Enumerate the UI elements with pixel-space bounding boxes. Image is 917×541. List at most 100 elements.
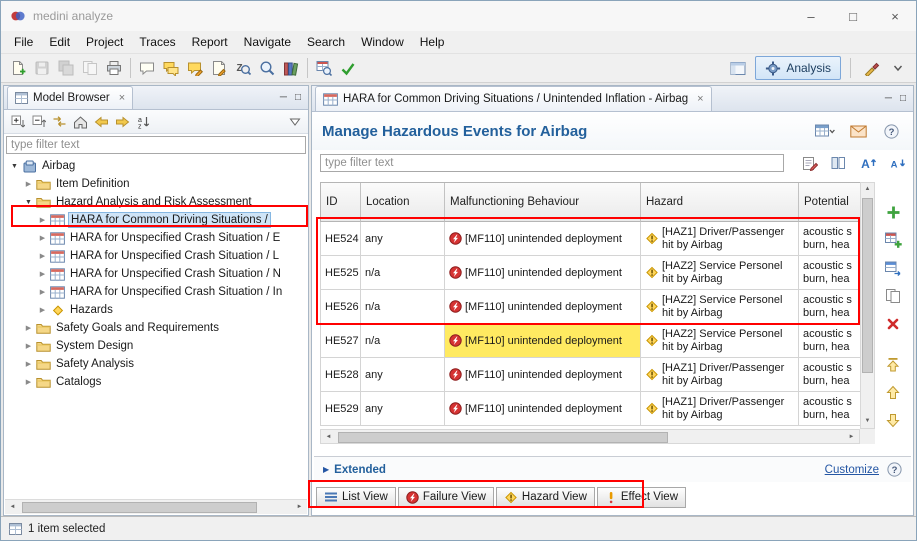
zoom-tool-button[interactable] xyxy=(255,56,279,80)
minimize-view-icon[interactable]: ─ xyxy=(280,92,287,103)
scrollbar-thumb[interactable] xyxy=(862,198,873,373)
expand-all-button[interactable] xyxy=(8,112,27,131)
table-search-button[interactable] xyxy=(312,56,336,80)
notes-button[interactable] xyxy=(207,56,231,80)
expand-icon[interactable]: ▶ xyxy=(22,324,35,332)
font-increase-button[interactable]: A xyxy=(856,151,880,175)
tree-item[interactable]: ▶System Design xyxy=(4,337,308,355)
maximize-view-icon[interactable]: □ xyxy=(295,92,301,103)
expand-icon[interactable]: ▶ xyxy=(36,270,49,278)
customize-toolbar-button[interactable] xyxy=(860,56,884,80)
menu-file[interactable]: File xyxy=(6,33,41,51)
close-view-icon[interactable]: × xyxy=(119,92,125,104)
menu-window[interactable]: Window xyxy=(353,33,412,51)
expand-icon[interactable]: ▶ xyxy=(22,378,35,386)
tab-hara-editor[interactable]: HARA for Common Driving Situations / Uni… xyxy=(315,86,712,111)
menu-help[interactable]: Help xyxy=(412,33,453,51)
expand-icon[interactable]: ▶ xyxy=(22,360,35,368)
column-header-malfunctioning-behaviour[interactable]: Malfunctioning Behaviour xyxy=(445,183,641,222)
minimize-window-icon[interactable]: – xyxy=(790,1,832,31)
collapse-icon[interactable]: ▼ xyxy=(8,163,21,170)
tree-item[interactable]: ▶HARA for Unspecified Crash Situation / … xyxy=(4,229,308,247)
column-header-id[interactable]: ID xyxy=(321,183,361,222)
menu-report[interactable]: Report xyxy=(184,33,236,51)
new-button[interactable] xyxy=(6,56,30,80)
configure-columns-button[interactable] xyxy=(827,151,851,175)
print-button[interactable] xyxy=(102,56,126,80)
move-up-button[interactable] xyxy=(880,380,906,404)
tree-item[interactable]: ▶HARA for Unspecified Crash Situation / … xyxy=(4,265,308,283)
open-perspective-button[interactable] xyxy=(726,56,750,80)
comments-button[interactable] xyxy=(159,56,183,80)
review-button[interactable] xyxy=(183,56,207,80)
scrollbar-thumb[interactable] xyxy=(22,502,257,513)
table-row[interactable]: HE524any[MF110] unintended deployment[HA… xyxy=(321,222,860,256)
expand-icon[interactable]: ▶ xyxy=(36,306,49,314)
close-editor-icon[interactable]: × xyxy=(697,93,703,105)
tab-list-view[interactable]: List View xyxy=(316,487,396,508)
column-header-hazard[interactable]: Hazard xyxy=(641,183,799,222)
tree-item[interactable]: ▶Hazards xyxy=(4,301,308,319)
menu-search[interactable]: Search xyxy=(299,33,353,51)
collapse-all-button[interactable] xyxy=(29,112,48,131)
link-with-editor-button[interactable] xyxy=(50,112,69,131)
analysis-perspective-button[interactable]: Analysis xyxy=(755,56,841,80)
table-vertical-scrollbar[interactable]: ▲ ▼ xyxy=(860,182,875,429)
tree-filter-input[interactable] xyxy=(7,139,305,151)
scrollbar-track[interactable] xyxy=(336,430,844,443)
add-multiple-button[interactable] xyxy=(880,228,906,252)
tree-item[interactable]: ▶Safety Goals and Requirements xyxy=(4,319,308,337)
close-window-icon[interactable]: × xyxy=(874,1,916,31)
scrollbar-thumb[interactable] xyxy=(338,432,668,443)
expand-icon[interactable]: ▶ xyxy=(36,288,49,296)
tab-failure-view[interactable]: Failure View xyxy=(398,487,494,508)
save-button[interactable] xyxy=(30,56,54,80)
duplicate-button[interactable] xyxy=(880,284,906,308)
collapse-icon[interactable]: ▼ xyxy=(22,199,35,206)
tree-item[interactable]: ▶HARA for Unspecified Crash Situation / … xyxy=(4,247,308,265)
scroll-left-icon[interactable]: ◄ xyxy=(5,504,20,510)
maximize-window-icon[interactable]: □ xyxy=(832,1,874,31)
table-row[interactable]: HE526n/a[MF110] unintended deployment[HA… xyxy=(321,290,860,324)
move-top-button[interactable] xyxy=(880,352,906,376)
table-row[interactable]: HE529any[MF110] unintended deployment[HA… xyxy=(321,392,860,426)
table-row[interactable]: HE525n/a[MF110] unintended deployment[HA… xyxy=(321,256,860,290)
expand-icon[interactable]: ▶ xyxy=(36,234,49,242)
report-button[interactable] xyxy=(846,119,870,143)
tree-item[interactable]: ▶Item Definition xyxy=(4,175,308,193)
tree-item[interactable]: ▶Safety Analysis xyxy=(4,355,308,373)
customize-link[interactable]: Customize xyxy=(825,464,879,476)
table-filter-input[interactable] xyxy=(321,157,783,169)
expand-icon[interactable]: ▶ xyxy=(22,342,35,350)
column-header-potential[interactable]: Potential xyxy=(799,183,861,222)
back-button[interactable] xyxy=(92,112,111,131)
tab-hazard-view[interactable]: Hazard View xyxy=(496,487,595,508)
expand-icon[interactable]: ▶ xyxy=(22,180,35,188)
view-selector-button[interactable] xyxy=(813,119,837,143)
minimize-editor-icon[interactable]: ─ xyxy=(885,93,892,104)
font-decrease-button[interactable]: A xyxy=(885,151,909,175)
add-button[interactable] xyxy=(880,200,906,224)
tab-effect-view[interactable]: Effect View xyxy=(597,487,686,508)
help-button[interactable]: ? xyxy=(879,119,903,143)
menu-traces[interactable]: Traces xyxy=(131,33,183,51)
forward-button[interactable] xyxy=(113,112,132,131)
delete-button[interactable] xyxy=(880,312,906,336)
trace-button[interactable]: Z xyxy=(231,56,255,80)
sort-button[interactable]: az xyxy=(134,112,153,131)
menu-navigate[interactable]: Navigate xyxy=(236,33,299,51)
table-horizontal-scrollbar[interactable]: ◄ ► xyxy=(320,429,860,444)
tab-model-browser[interactable]: Model Browser × xyxy=(7,86,133,109)
tree-item[interactable]: ▼Airbag xyxy=(4,157,308,175)
expand-icon[interactable]: ▶ xyxy=(36,252,49,260)
scrollbar-track[interactable] xyxy=(20,500,292,514)
scroll-up-icon[interactable]: ▲ xyxy=(860,183,875,196)
scroll-left-icon[interactable]: ◄ xyxy=(321,434,336,440)
scrollbar-track[interactable] xyxy=(861,196,874,415)
table-row[interactable]: HE527n/a[MF110] unintended deployment[HA… xyxy=(321,324,860,358)
scroll-right-icon[interactable]: ► xyxy=(844,434,859,440)
validate-button[interactable] xyxy=(336,56,360,80)
help-icon[interactable]: ? xyxy=(887,462,902,477)
scroll-down-icon[interactable]: ▼ xyxy=(860,415,875,428)
expand-extended-icon[interactable]: ▶ xyxy=(323,465,329,474)
